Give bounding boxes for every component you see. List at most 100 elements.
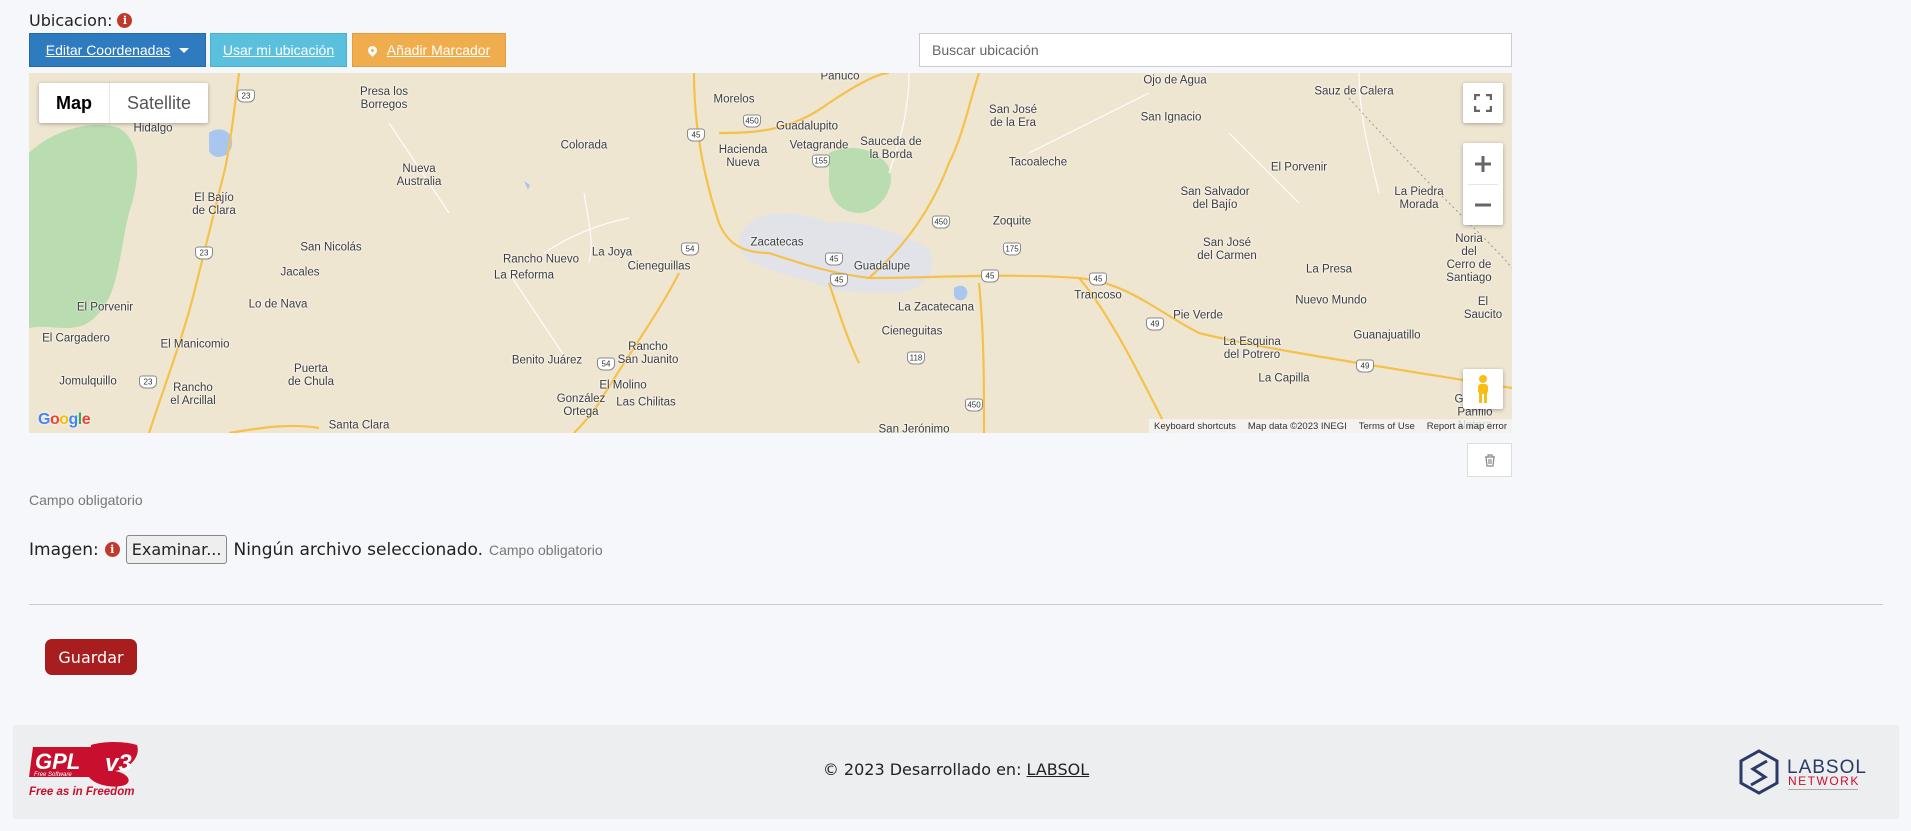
save-button[interactable]: Guardar	[45, 639, 137, 675]
image-required-text: Campo obligatorio	[489, 541, 603, 558]
caret-down-icon	[179, 47, 190, 53]
map-place-label: Las Chilitas	[616, 396, 676, 409]
map-attribution: Keyboard shortcuts Map data ©2023 INEGI …	[1149, 419, 1512, 433]
map-place-label: La Joya	[591, 246, 633, 259]
edit-coordinates-button[interactable]: Editar Coordenadas	[29, 33, 206, 67]
map-place-label: San Salvador del Bajío	[1180, 186, 1250, 211]
map-place-label: El Bajío de Clara	[192, 192, 236, 217]
highway-shield: 118	[907, 351, 925, 365]
plus-icon	[1475, 155, 1491, 172]
image-field-row: Imagen: i Examinar... Ningún archivo sel…	[29, 535, 603, 564]
map-place-label: La Esquina del Potrero	[1223, 336, 1281, 361]
highway-shield: 175	[1003, 242, 1021, 256]
map-type-map-button[interactable]: Map	[39, 83, 110, 123]
map-place-label: San Jerónimo	[878, 423, 950, 434]
terms-of-use-link[interactable]: Terms of Use	[1359, 421, 1415, 432]
highway-shield: 45	[830, 273, 848, 287]
add-marker-label: Añadir Marcador	[386, 42, 491, 58]
report-map-error-link[interactable]: Report a map error	[1427, 421, 1507, 432]
highway-shield: 450	[965, 398, 983, 412]
map-place-label: Cieneguillas	[627, 260, 691, 273]
delete-marker-button[interactable]	[1467, 443, 1512, 477]
map-place-label: Jacales	[280, 266, 320, 279]
map-place-label: Zoquite	[992, 215, 1032, 228]
labsol-network-logo: LABSOL NETWORK	[1739, 749, 1866, 795]
map-place-label: Ojo de Agua	[1143, 74, 1207, 87]
map-place-label: Hidalgo	[133, 122, 173, 135]
map-place-label: Rancho San Juanito	[617, 341, 679, 366]
map-place-label: La Piedra Morada	[1394, 186, 1444, 211]
info-icon[interactable]: i	[117, 13, 133, 28]
map-place-label: Santa Clara	[328, 419, 390, 432]
copyright-label: © 2023 Desarrollado en:	[822, 760, 1022, 779]
map-type-satellite-button[interactable]: Satellite	[110, 83, 208, 123]
copyright-text: © 2023 Desarrollado en: LABSOL	[13, 760, 1899, 779]
map-type-control: Map Satellite	[39, 83, 209, 123]
highway-shield: 23	[195, 246, 213, 260]
map-place-label: Nuevo Mundo	[1295, 294, 1367, 307]
map-place-label: El Porvenir	[1270, 161, 1328, 174]
trash-icon	[1484, 453, 1495, 467]
map-place-label: Guadalupito	[775, 120, 839, 133]
location-label: Ubicacion:	[29, 11, 113, 30]
map-place-label: Sauceda de la Borda	[860, 136, 922, 161]
use-my-location-button[interactable]: Usar mi ubicación	[210, 33, 347, 67]
zoom-in-button[interactable]	[1463, 144, 1503, 184]
highway-shield: 49	[1146, 317, 1164, 331]
map-marker-icon	[365, 43, 379, 57]
map-place-label: Morelos	[713, 93, 755, 106]
map-place-label: Pie Verde	[1173, 309, 1223, 322]
map-place-label: Rancho el Arcillal	[170, 382, 216, 407]
street-view-button[interactable]	[1463, 369, 1503, 409]
map-place-label: San José de la Era	[989, 104, 1037, 129]
fullscreen-button[interactable]	[1463, 83, 1503, 123]
map-place-label: Panuco	[820, 73, 860, 83]
map-place-label: La Capilla	[1258, 372, 1310, 385]
map-place-label: Puerta de Chula	[287, 363, 335, 388]
info-icon[interactable]: i	[104, 542, 120, 557]
svg-text:NETWORK: NETWORK	[1788, 774, 1860, 788]
map-place-label: Presa los Borregos	[360, 86, 408, 111]
map-place-label: Rancho Nuevo	[502, 253, 580, 266]
form-divider	[29, 604, 1883, 605]
map-canvas[interactable]: Presa los Borregos Hidalgo Colorada Nueva A…	[29, 73, 1512, 433]
footer: GPL Free Software v3 Free as in Freedom …	[13, 725, 1899, 819]
image-label: Imagen:	[29, 539, 99, 560]
map-place-label: Guadalupe	[853, 260, 911, 273]
highway-shield: 54	[681, 242, 699, 256]
map-data-text: Map data ©2023 INEGI	[1247, 420, 1347, 432]
highway-shield: 45	[1089, 272, 1107, 286]
map-place-label: Guanajuatillo	[1353, 329, 1421, 342]
map-place-label: Noria del Cerro de Santiago	[1446, 233, 1492, 284]
map-place-label: González Ortega	[556, 393, 606, 418]
map-place-label: Sauz de Calera	[1314, 85, 1394, 98]
map-place-label: Lo de Nava	[248, 298, 308, 311]
highway-shield: 23	[237, 89, 255, 103]
zoom-control	[1463, 143, 1503, 225]
map-place-label: San José del Carmen	[1197, 237, 1257, 262]
highway-shield: 49	[1356, 359, 1374, 373]
pegman-icon	[1478, 375, 1488, 403]
map-place-label: La Zacatecana	[897, 301, 975, 314]
highway-shield: 155	[812, 154, 830, 168]
map-place-label: El Cargadero	[42, 332, 110, 345]
keyboard-shortcuts-link[interactable]: Keyboard shortcuts	[1154, 421, 1236, 432]
edit-coordinates-label: Editar Coordenadas	[45, 42, 171, 58]
zoom-out-button[interactable]	[1463, 185, 1503, 225]
map-place-label: Colorada	[560, 139, 608, 152]
map-place-label: Tacoaleche	[1008, 156, 1068, 169]
map-place-label: La Reforma	[493, 269, 555, 282]
map-place-label: San Nicolás	[300, 241, 362, 254]
browse-file-button[interactable]: Examinar...	[125, 535, 228, 564]
map-place-label: La Presa	[1305, 263, 1353, 276]
highway-shield: 450	[743, 114, 761, 128]
map-place-label: Trancoso	[1074, 289, 1122, 302]
map-place-label: Jomulquillo	[59, 375, 117, 388]
add-marker-button[interactable]: Añadir Marcador	[352, 33, 506, 67]
highway-shield: 54	[597, 357, 615, 371]
location-search-input[interactable]	[919, 33, 1512, 67]
labsol-link[interactable]: LABSOL	[1027, 760, 1090, 779]
location-label-row: Ubicacion: i	[29, 11, 133, 30]
map-place-label: El Molino	[599, 379, 647, 392]
minus-icon	[1475, 203, 1491, 206]
